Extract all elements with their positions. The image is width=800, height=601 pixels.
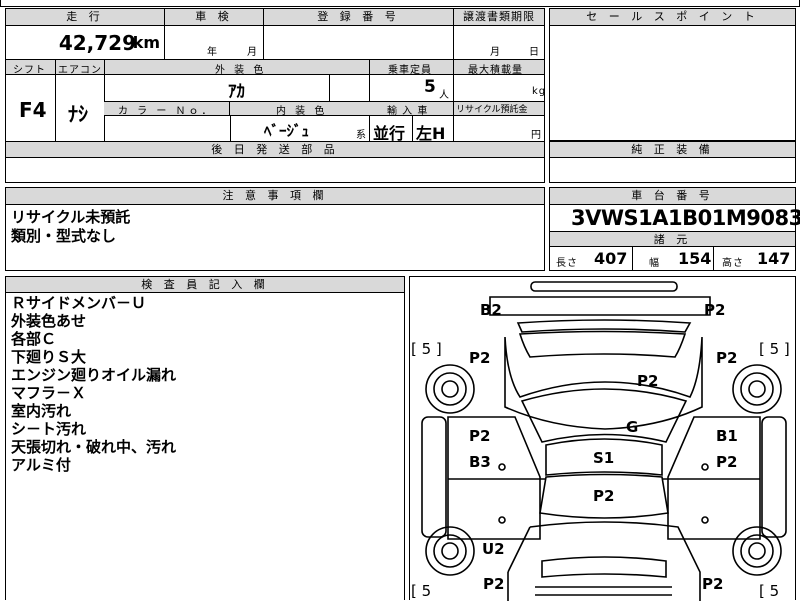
note-line-1: リサイクル未預託 [11, 208, 131, 226]
length-label: 長さ [556, 258, 578, 269]
inspector-note: マフラ－Ｘ [11, 384, 87, 402]
chassis-box: 車 台 番 号 3VWS1A1B01M908360 諸 元 長さ 407 幅 1… [549, 187, 800, 271]
top-strip [0, 0, 800, 7]
tire-rating-rr: [ 5 [759, 582, 780, 600]
shift-header: シフト [6, 60, 56, 76]
registration-box: 登 録 番 号 [263, 8, 454, 60]
inspector-notes-box: 検 査 員 記 入 欄 Ｒサイドメンバ－Ｕ 外装色あせ 各部Ｃ 下廻りＳ大 エン… [5, 276, 405, 600]
note-line-2: 類別・型式なし [11, 227, 117, 245]
aircon-value: ﾅｼ [68, 102, 88, 126]
mileage-header: 走 行 [6, 9, 164, 26]
sales-point-box: セ ー ル ス ポ イ ン ト [549, 8, 796, 141]
recycle-header: リサイクル預託金 [454, 101, 544, 116]
width-value: 154 [678, 249, 712, 268]
specs-header: 諸 元 [550, 231, 795, 247]
damage-fender-fr: P2 [716, 349, 738, 367]
interior-color-value: ﾍﾞｰｼﾞｭ [264, 122, 310, 140]
inspector-note: 室内汚れ [11, 402, 72, 420]
damage-qtr-rl: P2 [483, 575, 505, 593]
inspector-note: 天張切れ・破れ中、汚れ [11, 438, 177, 456]
registration-header: 登 録 番 号 [264, 9, 453, 26]
chassis-header: 車 台 番 号 [550, 188, 795, 205]
damage-tr: P2 [704, 301, 726, 319]
capacity-header: 乗車定員 [370, 60, 454, 76]
damage-roof: S1 [593, 449, 615, 467]
inspector-note: シ－ト汚れ [11, 420, 87, 438]
damage-roof-rear: P2 [593, 487, 615, 505]
height-value: 147 [757, 249, 791, 268]
tire-rating-rl: [ 5 [411, 582, 432, 600]
transfer-month: 月 [490, 47, 501, 58]
capacity-value: 5 [424, 77, 436, 97]
inspector-note: 各部Ｃ [11, 330, 57, 348]
chassis-number: 3VWS1A1B01M908360 [571, 206, 800, 230]
mileage-value: 42,729 [58, 31, 136, 55]
inspection-month: 月 [247, 47, 258, 58]
max-load-unit: kg [532, 86, 547, 97]
damage-diagram-box: B2 P2 [ 5 ] [ 5 ] P2 P2 P2 G P2 B1 S1 B3… [409, 276, 796, 601]
inspector-note: 外装色あせ [11, 312, 87, 330]
damage-rear-left: U2 [482, 540, 505, 558]
interior-color-header: 内 装 色 [230, 101, 370, 117]
damage-fender-fl: P2 [469, 349, 491, 367]
exterior-color-header: 外 装 色 [105, 60, 370, 76]
sales-point-header: セ ー ル ス ポ イ ン ト [550, 9, 795, 26]
damage-windshield: G [626, 418, 639, 436]
mileage-box: 走 行 42,729 km [5, 8, 165, 60]
transfer-box: 譲渡書類期限 月 日 [453, 8, 545, 60]
damage-tl: B2 [480, 301, 502, 319]
damage-door-fr: B1 [716, 427, 738, 445]
inspector-note: エンジン廻りオイル漏れ [11, 366, 177, 384]
mileage-unit: km [132, 33, 160, 52]
genuine-equipment-header: 純 正 装 備 [550, 142, 795, 158]
shift-value: F4 [19, 98, 47, 122]
interior-suffix: 系 [356, 130, 367, 141]
inspector-notes-header: 検 査 員 記 入 欄 [6, 277, 404, 293]
color-no-header: カ ラ ー Ｎｏ． [104, 101, 230, 117]
damage-door-rr: P2 [716, 453, 738, 471]
recycle-unit: 円 [531, 130, 542, 141]
inspector-note: 下廻りＳ大 [11, 348, 87, 366]
aircon-header: エアコン [56, 60, 105, 76]
max-load-header: 最大積載量 [454, 60, 544, 76]
inspector-note: Ｒサイドメンバ－Ｕ [11, 294, 147, 312]
tire-rating-fl: [ 5 ] [411, 340, 442, 358]
later-parts-header: 後 日 発 送 部 品 [6, 142, 544, 158]
notes-header: 注 意 事 項 欄 [6, 188, 544, 205]
inspection-header: 車 検 [165, 9, 263, 26]
inspector-notes-list: Ｒサイドメンバ－Ｕ 外装色あせ 各部Ｃ 下廻りＳ大 エンジン廻りオイル漏れ マフ… [11, 294, 176, 474]
notes-box: 注 意 事 項 欄 リサイクル未預託 類別・型式なし [5, 187, 545, 271]
damage-door-rl: B3 [469, 453, 491, 471]
exterior-color-value: ｱｶ [228, 82, 245, 102]
length-value: 407 [594, 249, 628, 268]
transfer-day: 日 [529, 47, 540, 58]
later-parts-box: 後 日 発 送 部 品 [5, 141, 545, 183]
width-label: 幅 [649, 258, 660, 269]
damage-hood: P2 [637, 372, 659, 390]
spec-table: シフト エアコン 外 装 色 乗車定員 最大積載量 F4 ﾅｼ ｱｶ 5 人 k… [5, 59, 547, 143]
height-label: 高さ [722, 258, 744, 269]
import-header: 輸 入 車 [369, 101, 454, 117]
transfer-header: 譲渡書類期限 [454, 9, 544, 26]
inspection-year: 年 [207, 47, 218, 58]
damage-qtr-rr: P2 [702, 575, 724, 593]
inspector-note: アルミ付 [11, 456, 71, 474]
genuine-equipment-box: 純 正 装 備 [549, 141, 796, 183]
damage-door-fl: P2 [469, 427, 491, 445]
capacity-unit: 人 [439, 90, 450, 101]
tire-rating-fr: [ 5 ] [759, 340, 790, 358]
inspection-box: 車 検 年 月 [164, 8, 264, 60]
